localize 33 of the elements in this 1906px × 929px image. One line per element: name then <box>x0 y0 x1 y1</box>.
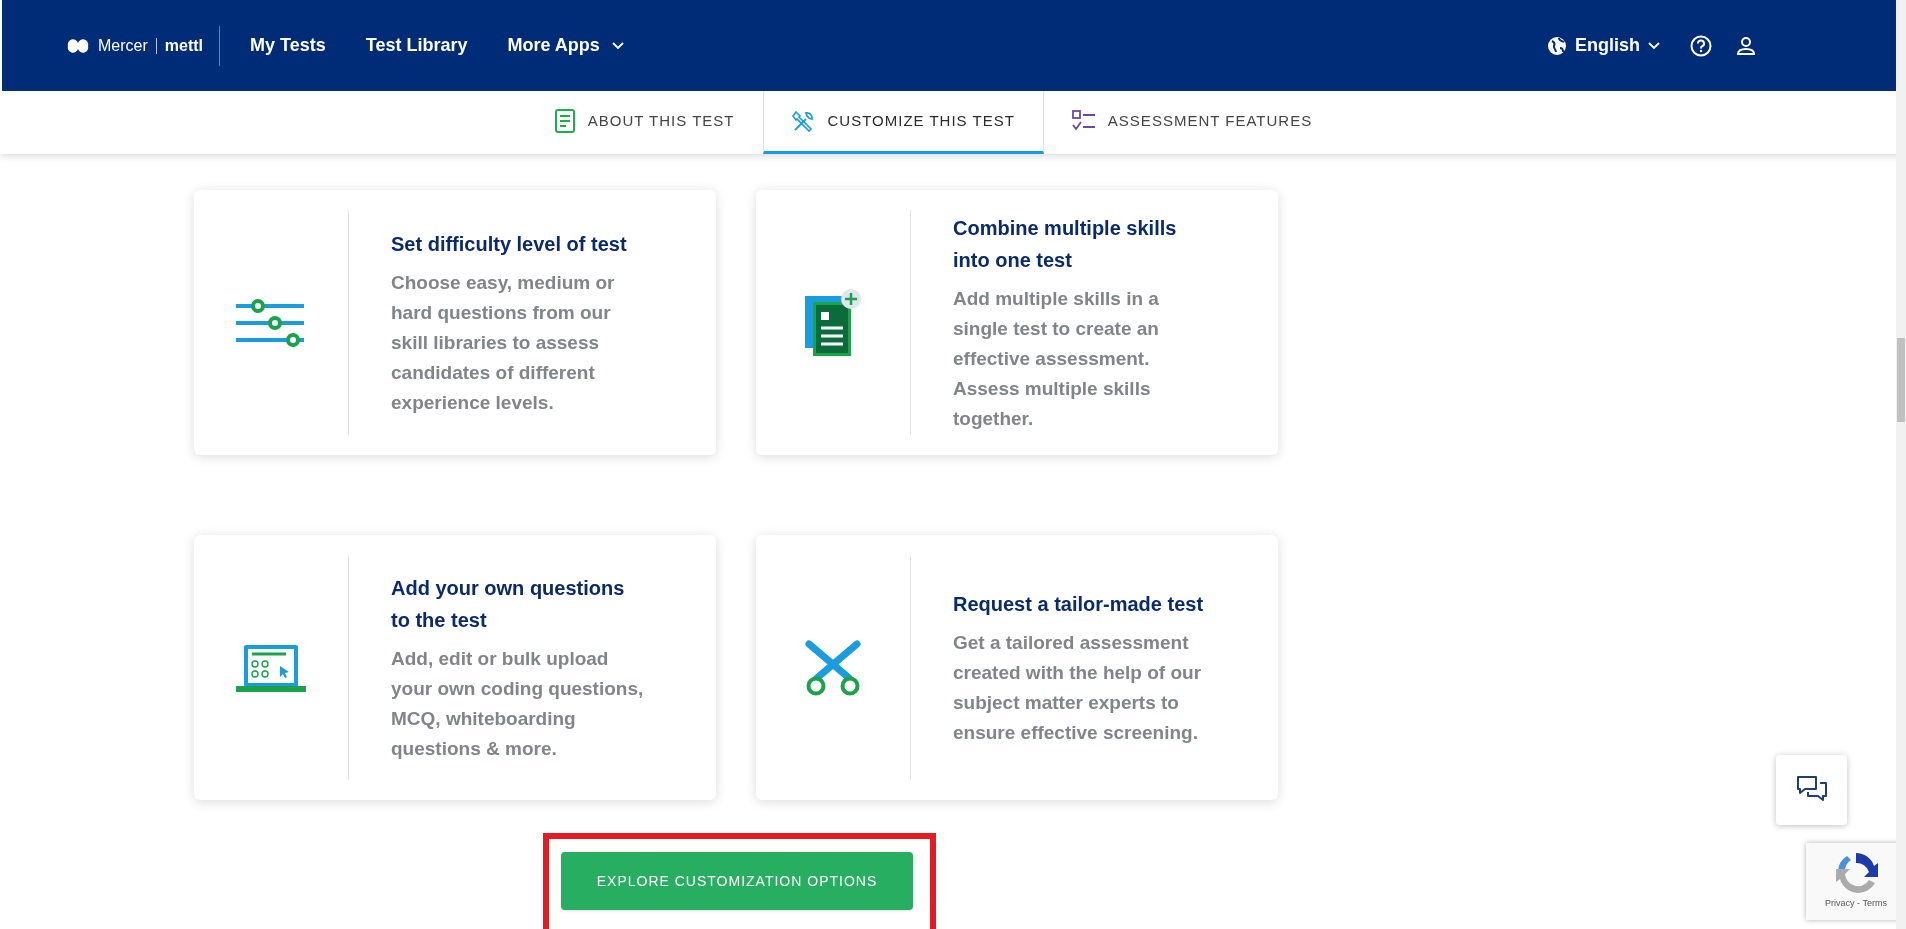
chevron-down-icon <box>1648 41 1660 50</box>
language-selector[interactable]: English <box>1547 32 1660 59</box>
globe-icon <box>1547 35 1567 56</box>
sliders-icon <box>236 297 306 348</box>
card-description: Add multiple skills in a single test to create an effective assessment. Assess multiple skills together. <box>953 286 1160 431</box>
mercer-logo-icon <box>66 38 90 53</box>
card-title: Add your own questions to the test <box>391 575 626 633</box>
laptop-icon <box>236 642 306 693</box>
card-title: Combine multiple skills into one test <box>953 215 1178 273</box>
help-icon[interactable] <box>1690 34 1712 57</box>
chevron-down-icon <box>611 41 624 50</box>
card-description: Choose easy, medium or hard questions from our skill libraries to assess candidates of different experience levels. <box>391 270 616 415</box>
nav-link[interactable]: Test Library <box>365 32 468 59</box>
card-title: Request a tailor-made test <box>953 591 1205 617</box>
privacy-terms-link[interactable]: Privacy - Terms <box>1825 897 1887 911</box>
tab[interactable]: ASSESSMENT FEATURES <box>1043 91 1341 154</box>
checklist-icon <box>1071 110 1096 132</box>
nav-link[interactable]: More Apps <box>507 32 624 59</box>
logo-product-text: mettl <box>164 35 203 56</box>
user-icon[interactable] <box>1736 35 1756 56</box>
chat-button[interactable] <box>1776 755 1847 825</box>
document-icon <box>553 109 576 133</box>
logo-brand-text: Mercer <box>98 35 148 56</box>
card-title: Set difficulty level of test <box>391 231 628 257</box>
scissors-icon <box>803 637 863 698</box>
scrollbar-thumb[interactable] <box>1897 338 1905 422</box>
document-plus-icon <box>803 287 863 358</box>
card-description: Add, edit or bulk upload your own coding questions, MCQ, whiteboarding questions & more. <box>391 646 645 761</box>
card-description: Get a tailored assessment created with the help of our subject matter experts to ensure effective screening. <box>953 630 1203 745</box>
tools-icon <box>791 109 816 133</box>
tab[interactable]: CUSTOMIZE THIS TEST <box>762 91 1044 154</box>
nav-link[interactable]: My Tests <box>250 32 326 59</box>
tab[interactable]: ABOUT THIS TEST <box>525 91 763 154</box>
